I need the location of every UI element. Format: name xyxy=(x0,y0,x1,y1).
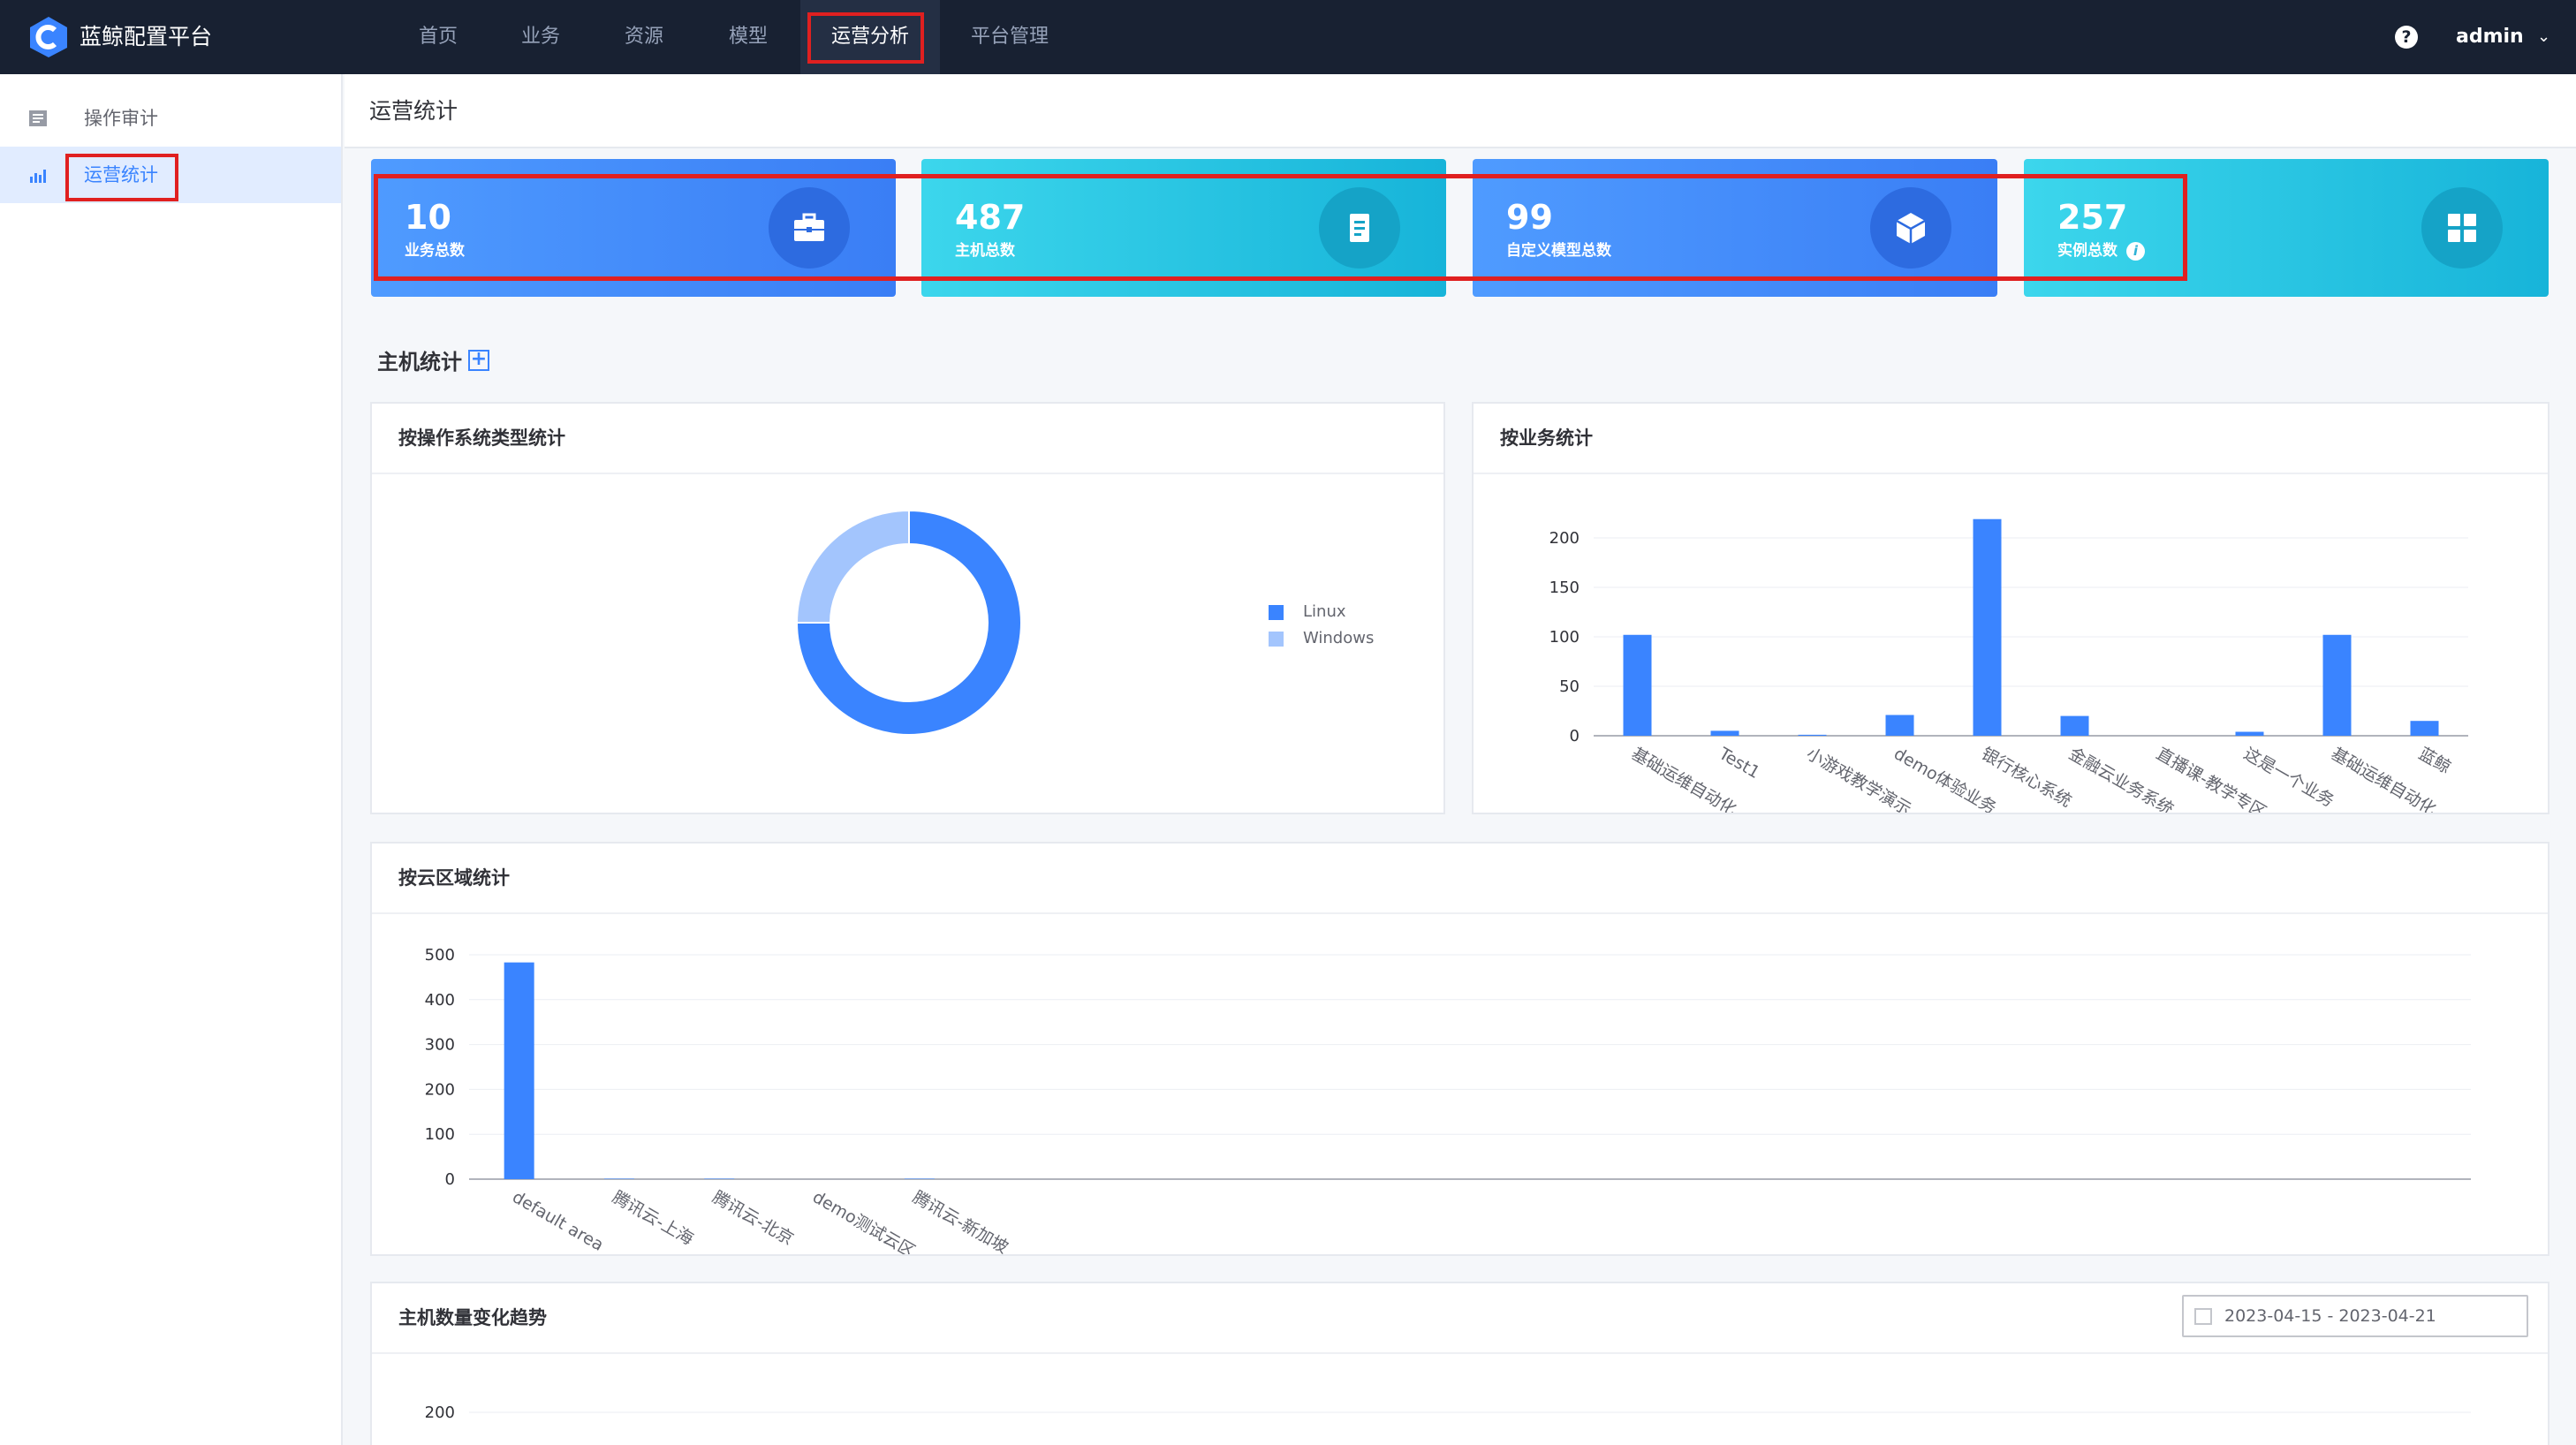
y-tick-label: 400 xyxy=(425,991,455,1010)
sidebar-item-label: 操作审计 xyxy=(84,108,158,129)
y-tick-label: 200 xyxy=(1549,529,1580,548)
nav-resource[interactable]: 资源 xyxy=(612,0,676,74)
legend-swatch xyxy=(1269,631,1284,647)
sidebar-item-audit[interactable]: 操作审计 xyxy=(0,90,341,147)
page-title: 运营统计 xyxy=(369,98,458,124)
pie-slice-windows xyxy=(795,509,910,624)
highlight-box-sidebar xyxy=(65,154,178,201)
bar-chart-icon xyxy=(30,170,46,183)
sidebar: 操作审计 运营统计 xyxy=(0,74,343,1445)
nav-home[interactable]: 首页 xyxy=(406,0,470,74)
os-legend: Linux Windows xyxy=(1269,599,1374,652)
app-title[interactable]: 蓝鲸配置平台 xyxy=(80,19,212,55)
audit-list-icon xyxy=(29,110,47,126)
bar xyxy=(2235,731,2264,736)
nav-model[interactable]: 模型 xyxy=(716,0,780,74)
expand-plus-icon[interactable]: + xyxy=(468,350,489,371)
date-range-picker[interactable]: 2023-04-15 - 2023-04-21 xyxy=(2182,1295,2528,1337)
legend-item-windows[interactable]: Windows xyxy=(1269,625,1374,652)
highlight-box-cards xyxy=(374,174,2187,281)
x-tick-label: default area xyxy=(509,1187,607,1254)
help-icon[interactable]: ? xyxy=(2395,26,2418,49)
x-tick-label: 腾讯云-北京 xyxy=(709,1187,797,1249)
bar xyxy=(904,1178,935,1179)
legend-label: Windows xyxy=(1303,629,1375,647)
y-tick-label: 300 xyxy=(425,1036,455,1055)
bk-logo-icon[interactable] xyxy=(28,16,69,58)
bar xyxy=(1885,715,1914,736)
x-tick-label: demo测试云区 xyxy=(809,1187,918,1254)
nav-business[interactable]: 业务 xyxy=(509,0,572,74)
legend-swatch xyxy=(1269,604,1284,620)
y-tick-label: 150 xyxy=(1549,579,1580,597)
business-bar-chart: 050100150200基础运维自动化Test1 小游戏教学演示demo体验业务银… xyxy=(1549,518,2468,813)
x-tick-label: 蓝鲸 xyxy=(2415,744,2454,777)
y-tick-label: 200 xyxy=(425,1080,455,1099)
bar xyxy=(2410,721,2439,736)
date-range-value: 2023-04-15 - 2023-04-21 xyxy=(2224,1306,2436,1326)
y-tick-label: 0 xyxy=(445,1170,455,1189)
chevron-down-icon[interactable]: ⌄ xyxy=(2537,24,2550,50)
bar xyxy=(704,1178,735,1179)
bar xyxy=(2060,715,2089,736)
grid-icon xyxy=(2421,187,2503,269)
bar xyxy=(1710,730,1739,736)
highlight-box-nav xyxy=(807,12,924,64)
cloud-chart-panel: 按云区域统计 0 100 200 300 400 500 default area 腾讯云-上… xyxy=(370,842,2549,1256)
y-tick-label: 50 xyxy=(1559,677,1580,696)
content-header: 运营统计 xyxy=(345,74,2576,148)
cloud-bar-chart: 0 100 200 300 400 500 default area 腾讯云-上海 腾讯云-北京… xyxy=(425,946,2471,1254)
top-nav: 蓝鲸配置平台 首页 业务 资源 模型 运营分析 平台管理 ? admin ⌄ xyxy=(0,0,2576,74)
y-tick-label: 100 xyxy=(1549,628,1580,647)
x-tick-label: 腾讯云-新加坡 xyxy=(909,1187,1011,1254)
section-title: 主机统计 xyxy=(377,350,462,374)
y-tick-label: 500 xyxy=(425,946,455,965)
y-tick-label: 0 xyxy=(1570,727,1580,745)
bar xyxy=(603,1178,634,1179)
user-menu[interactable]: admin xyxy=(2456,19,2524,55)
legend-label: Linux xyxy=(1303,602,1346,621)
bar xyxy=(1973,518,2002,736)
bar xyxy=(1623,634,1652,736)
x-tick-label: Test1 xyxy=(1715,744,1763,783)
x-tick-label: 腾讯云-上海 xyxy=(609,1187,696,1249)
bar xyxy=(2322,634,2352,736)
business-chart-panel: 按业务统计 0 50 100 150 200 基础运维自动化 Test1 小游戏教学演示 dem… xyxy=(1472,402,2549,814)
y-tick-label: 100 xyxy=(425,1125,455,1144)
y-tick-label: 200 xyxy=(425,1403,455,1422)
calendar-icon xyxy=(2194,1308,2212,1325)
legend-item-linux[interactable]: Linux xyxy=(1269,599,1374,625)
bar xyxy=(504,962,534,1179)
bar xyxy=(1798,734,1827,736)
nav-platform-management[interactable]: 平台管理 xyxy=(963,0,1057,74)
